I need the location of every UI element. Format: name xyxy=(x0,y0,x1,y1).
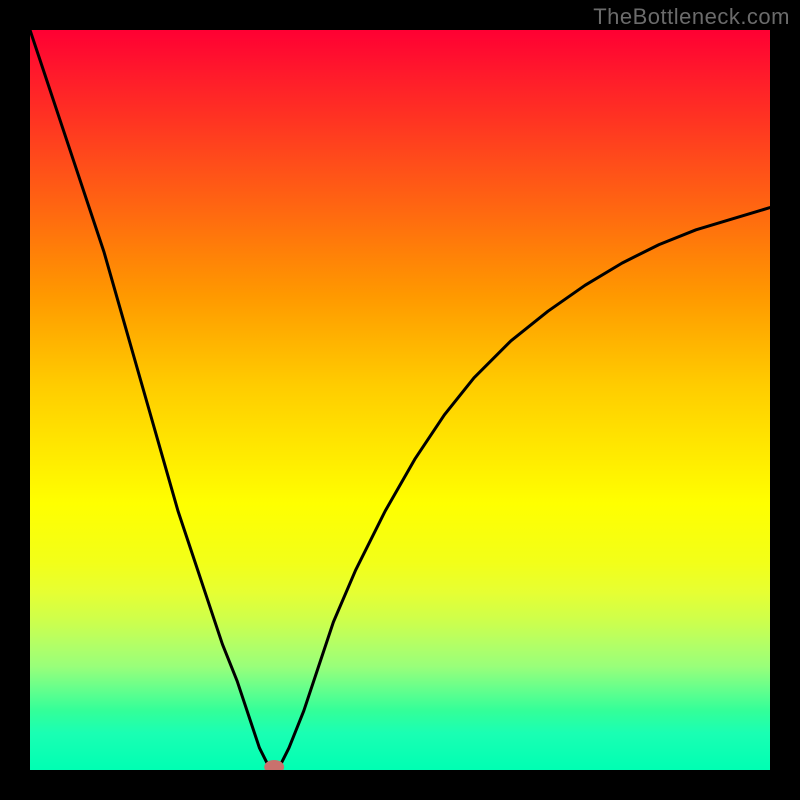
watermark-text: TheBottleneck.com xyxy=(593,4,790,30)
bottleneck-curve xyxy=(30,30,770,770)
chart-frame: TheBottleneck.com xyxy=(0,0,800,800)
plot-area xyxy=(30,30,770,770)
chart-svg xyxy=(30,30,770,770)
